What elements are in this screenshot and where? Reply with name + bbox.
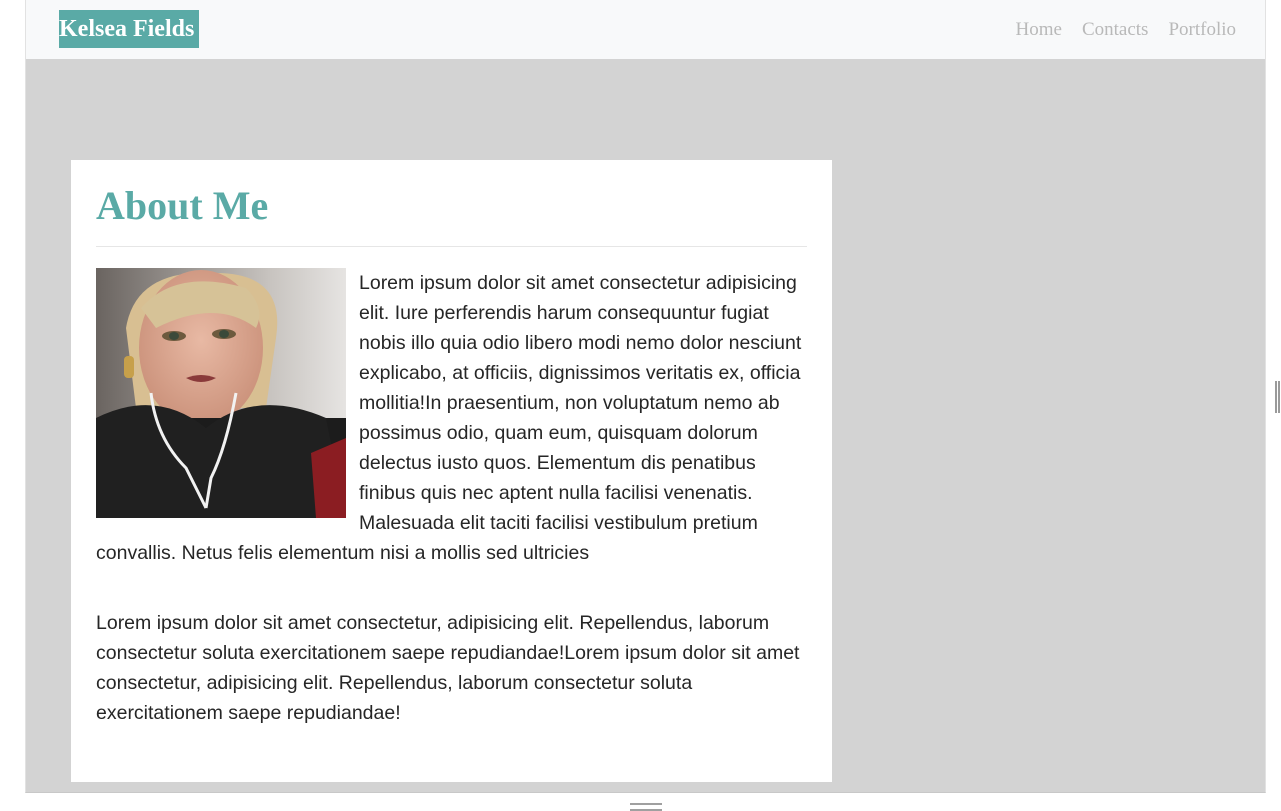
nav-link-contacts[interactable]: Contacts <box>1082 18 1149 42</box>
about-card: About Me Lorem ipsum dolor sit amet cons… <box>71 160 832 782</box>
scrollbar-grip-icon[interactable] <box>1275 381 1280 413</box>
nav-links: Home Contacts Portfolio <box>1016 18 1237 42</box>
about-body: Lorem ipsum dolor sit amet consectetur a… <box>96 268 807 728</box>
resize-handle-icon[interactable] <box>630 803 662 811</box>
navbar: Kelsea Fields Home Contacts Portfolio <box>26 0 1265 59</box>
about-title: About Me <box>96 183 269 228</box>
browser-viewport: Kelsea Fields Home Contacts Portfolio Ab… <box>25 0 1266 793</box>
profile-photo-image <box>96 268 346 518</box>
nav-link-portfolio[interactable]: Portfolio <box>1168 18 1236 42</box>
nav-link-home[interactable]: Home <box>1016 18 1062 42</box>
profile-photo <box>96 268 346 518</box>
about-paragraph-2: Lorem ipsum dolor sit amet consectetur, … <box>96 612 800 724</box>
title-divider <box>96 246 807 247</box>
brand-logo[interactable]: Kelsea Fields <box>59 10 199 48</box>
